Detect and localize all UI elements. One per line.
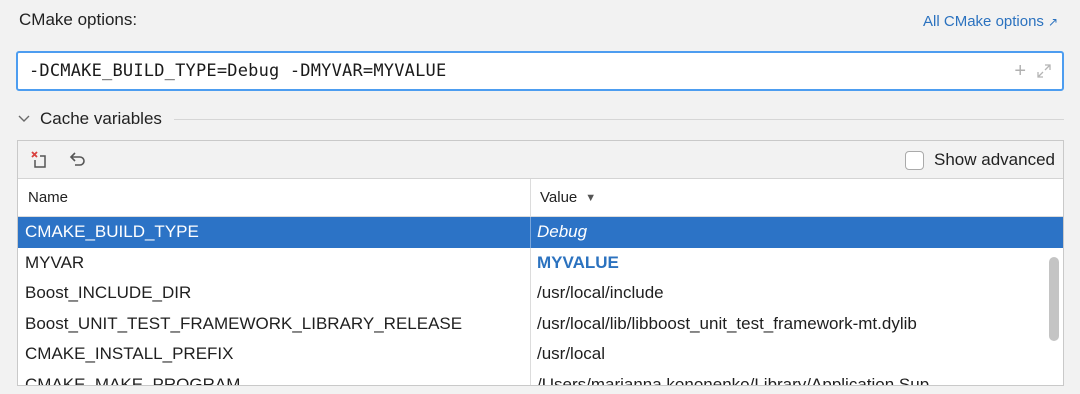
row-name: Boost_INCLUDE_DIR <box>18 278 531 309</box>
cmake-options-label: CMake options: <box>19 10 138 29</box>
table-row[interactable]: CMAKE_MAKE_PROGRAM /Users/marianna.konon… <box>18 369 1063 385</box>
row-name: CMAKE_MAKE_PROGRAM <box>18 369 531 385</box>
table-header: Name Value ▼ <box>18 179 1063 217</box>
cmake-options-input[interactable]: -DCMAKE_BUILD_TYPE=Debug -DMYVAR=MYVALUE… <box>16 51 1064 91</box>
table-row[interactable]: Boost_INCLUDE_DIR /usr/local/include <box>18 278 1063 309</box>
section-divider <box>173 118 1064 120</box>
show-advanced-label: Show advanced <box>934 150 1055 169</box>
cache-variables-title: Cache variables <box>40 109 162 128</box>
chevron-down-icon <box>18 112 36 126</box>
remove-variable-icon <box>31 150 46 168</box>
remove-variable-button[interactable] <box>27 148 51 172</box>
column-header-value[interactable]: Value ▼ <box>531 179 1063 216</box>
cmake-options-value[interactable]: -DCMAKE_BUILD_TYPE=Debug -DMYVAR=MYVALUE <box>29 61 446 81</box>
external-arrow-icon: ↗ <box>1047 14 1058 29</box>
row-name: MYVAR <box>18 247 531 278</box>
row-name: CMAKE_BUILD_TYPE <box>18 217 531 248</box>
all-cmake-options-label: All CMake options <box>923 13 1044 30</box>
undo-icon <box>69 151 85 166</box>
cache-variables-panel: Show advanced Name Value ▼ CMAKE_BUILD_T… <box>17 140 1064 386</box>
column-header-name[interactable]: Name <box>18 179 531 216</box>
all-cmake-options-link[interactable]: All CMake options ↗ <box>923 13 1058 30</box>
show-advanced-option[interactable]: Show advanced <box>905 150 1055 170</box>
table-scrollbar[interactable] <box>1049 257 1059 341</box>
row-value[interactable]: /usr/local/include <box>531 278 1063 309</box>
row-name: Boost_UNIT_TEST_FRAMEWORK_LIBRARY_RELEAS… <box>18 308 531 339</box>
cache-toolbar: Show advanced <box>18 141 1063 179</box>
table-row[interactable]: CMAKE_BUILD_TYPE Debug <box>18 217 1063 248</box>
table-row[interactable]: MYVAR MYVALUE <box>18 247 1063 279</box>
cache-variables-table: Name Value ▼ CMAKE_BUILD_TYPE Debug MYVA… <box>18 179 1063 385</box>
show-advanced-checkbox[interactable] <box>905 150 925 170</box>
row-value[interactable]: MYVALUE <box>531 248 1063 279</box>
table-row[interactable]: Boost_UNIT_TEST_FRAMEWORK_LIBRARY_RELEAS… <box>18 308 1063 340</box>
cache-variables-section-toggle[interactable]: Cache variables <box>18 108 1064 130</box>
row-value[interactable]: /Users/marianna.kononenko/Library/Applic… <box>531 370 1063 385</box>
row-value[interactable]: /usr/local <box>531 339 1063 370</box>
reset-button[interactable] <box>65 148 89 172</box>
row-name: CMAKE_INSTALL_PREFIX <box>18 339 531 370</box>
plus-icon[interactable]: + <box>1014 61 1026 81</box>
expand-icon[interactable] <box>1036 63 1052 79</box>
sort-down-icon: ▼ <box>585 191 597 204</box>
row-value[interactable]: Debug <box>531 217 1063 248</box>
table-row[interactable]: CMAKE_INSTALL_PREFIX /usr/local <box>18 339 1063 370</box>
row-value[interactable]: /usr/local/lib/libboost_unit_test_framew… <box>531 309 1063 340</box>
column-header-value-label: Value <box>540 189 578 206</box>
